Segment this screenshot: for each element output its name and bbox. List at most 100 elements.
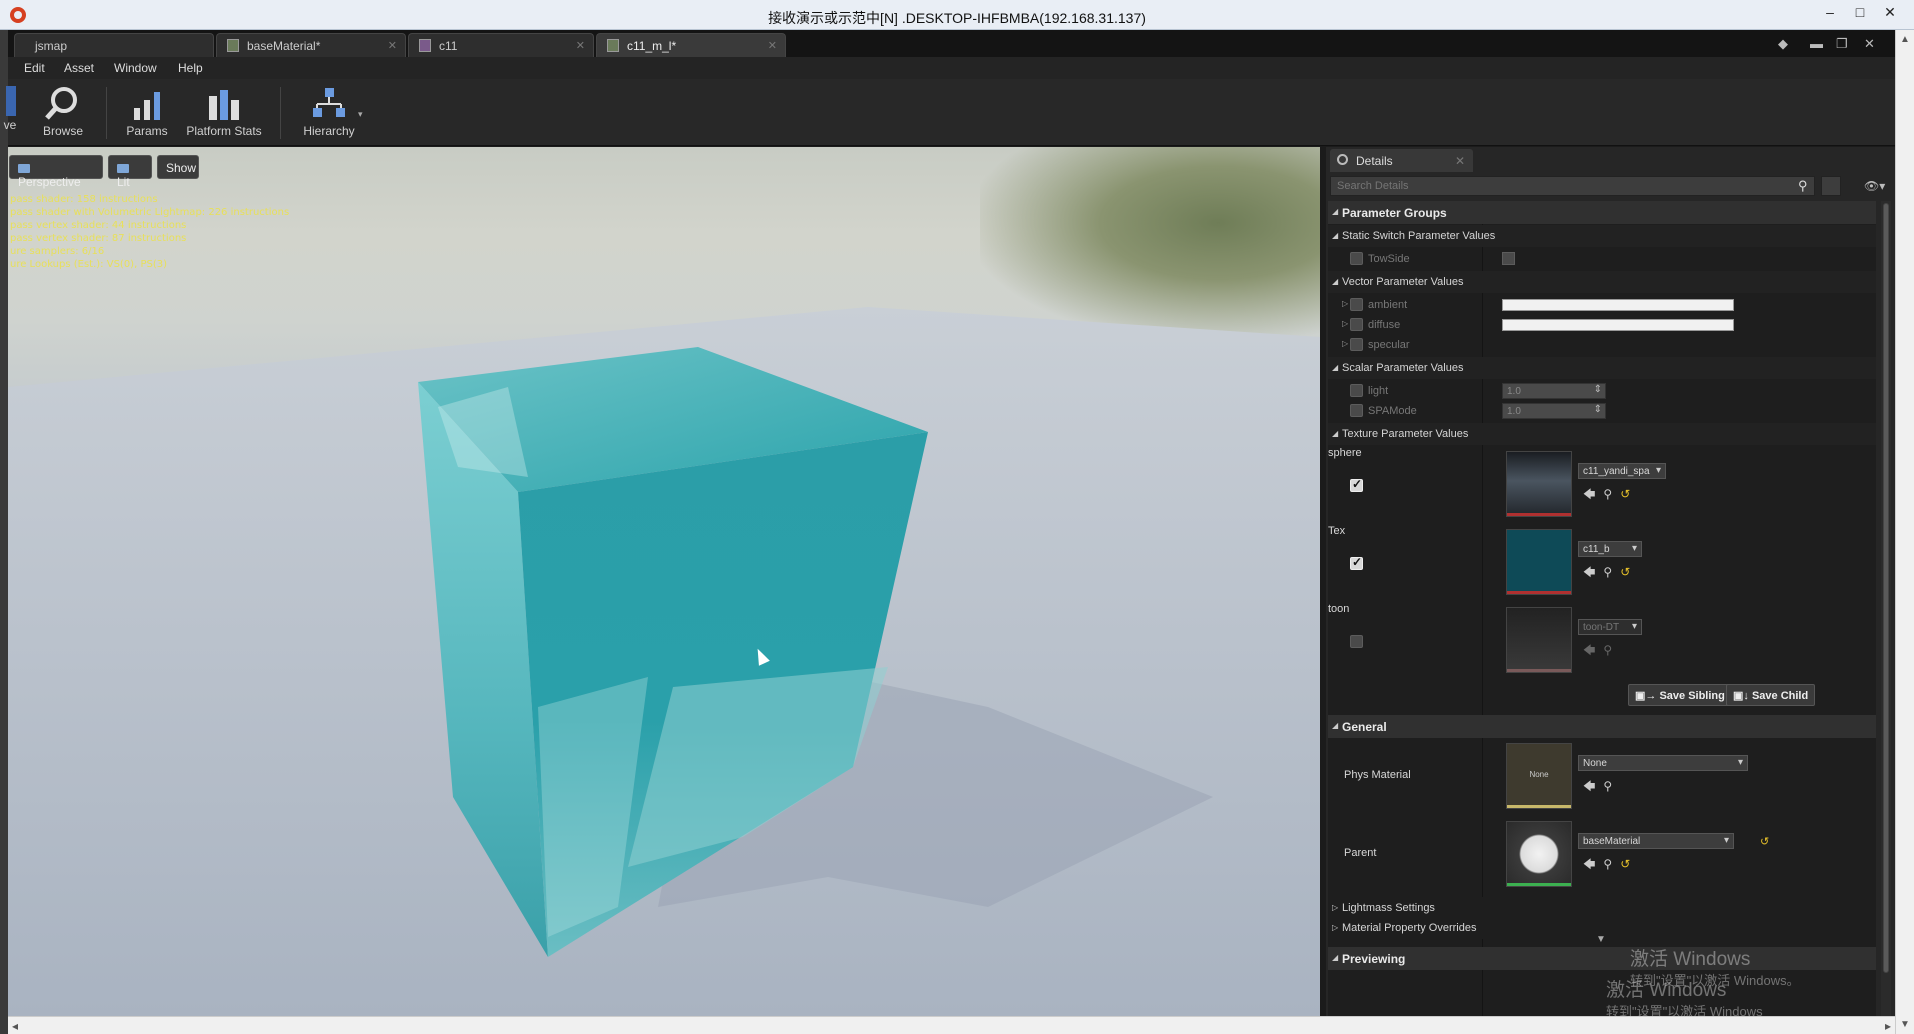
override-checkbox[interactable] bbox=[1350, 338, 1363, 351]
tab-basematerial[interactable]: baseMaterial* ✕ bbox=[216, 33, 406, 57]
override-checkbox[interactable] bbox=[1350, 635, 1363, 648]
expand-icon[interactable]: ▷ bbox=[1342, 319, 1348, 328]
tab-c11[interactable]: c11 ✕ bbox=[408, 33, 594, 57]
hierarchy-dropdown-icon[interactable]: ▾ bbox=[358, 109, 363, 120]
phys-material-thumbnail[interactable]: None bbox=[1506, 743, 1572, 809]
browse-icon[interactable]: ⚲ bbox=[1603, 643, 1620, 657]
category-previewing[interactable]: ◢ Previewing bbox=[1328, 947, 1876, 970]
sphere-asset-dropdown[interactable]: c11_yandi_spa bbox=[1578, 463, 1666, 479]
tab-jsmap[interactable]: jsmap bbox=[14, 33, 214, 57]
browse-icon[interactable]: ⚲ bbox=[1603, 779, 1620, 793]
menu-asset[interactable]: Asset bbox=[64, 61, 94, 75]
use-selected-icon[interactable]: 🡄 bbox=[1583, 643, 1603, 657]
ambient-color-swatch[interactable] bbox=[1502, 299, 1734, 311]
close-tab-icon[interactable]: ✕ bbox=[768, 39, 777, 52]
advanced-expand-icon[interactable]: ▼ bbox=[1596, 934, 1606, 945]
window-titlebar: 接收演示或示范中[N] .DESKTOP-IHFBMBA(192.168.31.… bbox=[0, 0, 1914, 30]
reset-parent-icon[interactable]: ↺ bbox=[1760, 835, 1769, 848]
override-checkbox[interactable] bbox=[1350, 384, 1363, 397]
lit-button[interactable]: Lit bbox=[108, 155, 152, 189]
parent-material-thumbnail[interactable] bbox=[1506, 821, 1572, 887]
tex-texture-thumbnail[interactable] bbox=[1506, 529, 1572, 595]
browse-icon[interactable]: ⚲ bbox=[1603, 565, 1620, 579]
light-value-field[interactable]: 1.0 bbox=[1502, 383, 1606, 399]
show-button[interactable]: Show bbox=[157, 155, 199, 179]
maximize-button[interactable]: □ bbox=[1846, 4, 1874, 24]
spamode-value-field[interactable]: 1.0 bbox=[1502, 403, 1606, 419]
platform-stats-button[interactable]: Platform Stats bbox=[184, 79, 264, 146]
scroll-down-icon[interactable]: ▼ bbox=[1900, 1019, 1910, 1030]
browse-icon[interactable]: ⚲ bbox=[1603, 487, 1620, 501]
sphere-texture-thumbnail[interactable] bbox=[1506, 451, 1572, 517]
use-selected-icon[interactable]: 🡄 bbox=[1583, 857, 1603, 871]
material-instance-icon bbox=[607, 39, 619, 52]
minimize-button[interactable]: – bbox=[1816, 4, 1844, 24]
details-scroll-thumb[interactable] bbox=[1883, 203, 1889, 973]
override-checkbox[interactable] bbox=[1350, 555, 1363, 570]
reset-icon[interactable]: ↺ bbox=[1620, 565, 1638, 579]
menu-window[interactable]: Window bbox=[114, 61, 157, 75]
preview-viewport[interactable]: Perspective Lit Show pass shader: 158 in… bbox=[8, 147, 1320, 1016]
close-button[interactable]: ✕ bbox=[1876, 4, 1904, 24]
tab-c11-m-l[interactable]: c11_m_l* ✕ bbox=[596, 33, 786, 57]
toon-asset-dropdown[interactable]: toon-DT bbox=[1578, 619, 1642, 635]
expand-icon[interactable]: ▷ bbox=[1342, 299, 1348, 308]
tex-asset-dropdown[interactable]: c11_b bbox=[1578, 541, 1642, 557]
window-vertical-scrollbar[interactable]: ▲ ▼ bbox=[1895, 30, 1914, 1034]
params-button[interactable]: Params bbox=[122, 79, 172, 146]
save-sibling-button[interactable]: ▣→ Save Sibling bbox=[1628, 684, 1732, 706]
group-static-switch[interactable]: ◢ Static Switch Parameter Values bbox=[1328, 225, 1876, 247]
toon-texture-thumbnail[interactable] bbox=[1506, 607, 1572, 673]
close-tab-icon[interactable]: ✕ bbox=[1455, 154, 1465, 168]
editor-close-icon[interactable]: ✕ bbox=[1864, 36, 1875, 52]
diffuse-color-swatch[interactable] bbox=[1502, 319, 1734, 331]
category-general[interactable]: ◢ General bbox=[1328, 715, 1876, 738]
use-selected-icon[interactable]: 🡄 bbox=[1583, 565, 1603, 579]
override-checkbox[interactable] bbox=[1350, 252, 1363, 265]
override-checkbox[interactable] bbox=[1350, 318, 1363, 331]
perspective-button[interactable]: Perspective bbox=[9, 155, 103, 189]
group-lightmass-settings[interactable]: ▷ Lightmass Settings bbox=[1328, 897, 1876, 919]
phys-material-dropdown[interactable]: None bbox=[1578, 755, 1748, 771]
scroll-right-icon[interactable]: ▸ bbox=[1885, 1019, 1891, 1033]
material-editor: jsmap baseMaterial* ✕ c11 ✕ c11_m_l* ✕ ◆… bbox=[4, 30, 1895, 1016]
group-texture[interactable]: ◢ Texture Parameter Values bbox=[1328, 423, 1876, 445]
details-scrollbar[interactable] bbox=[1881, 201, 1891, 1016]
source-control-icon[interactable]: ◆ bbox=[1778, 36, 1788, 52]
scroll-left-icon[interactable]: ◂ bbox=[12, 1019, 18, 1033]
hierarchy-button[interactable]: Hierarchy bbox=[294, 79, 364, 146]
reset-icon[interactable]: ↺ bbox=[1620, 857, 1638, 871]
search-details-input[interactable] bbox=[1330, 176, 1815, 196]
use-selected-icon[interactable]: 🡄 bbox=[1583, 487, 1603, 501]
editor-minimize-icon[interactable]: ▬ bbox=[1810, 36, 1823, 51]
group-vector[interactable]: ◢ Vector Parameter Values bbox=[1328, 271, 1876, 293]
parent-material-dropdown[interactable]: baseMaterial bbox=[1578, 833, 1734, 849]
reset-icon[interactable]: ↺ bbox=[1620, 487, 1638, 501]
scroll-up-icon[interactable]: ▲ bbox=[1900, 34, 1910, 45]
category-parameter-groups[interactable]: ◢ Parameter Groups bbox=[1328, 201, 1876, 224]
save-child-button[interactable]: ▣↓ Save Child bbox=[1726, 684, 1816, 706]
editor-restore-icon[interactable]: ❐ bbox=[1836, 36, 1848, 52]
browse-button[interactable]: Browse bbox=[34, 79, 92, 146]
view-options-icon[interactable]: 👁▾ bbox=[1864, 179, 1885, 193]
close-tab-icon[interactable]: ✕ bbox=[388, 39, 397, 52]
expand-icon: ▷ bbox=[1332, 923, 1339, 932]
override-checkbox[interactable] bbox=[1350, 477, 1363, 492]
group-scalar[interactable]: ◢ Scalar Parameter Values bbox=[1328, 357, 1876, 379]
use-selected-icon[interactable]: 🡄 bbox=[1583, 779, 1603, 793]
expand-icon[interactable]: ▷ bbox=[1342, 339, 1348, 348]
towside-value-checkbox[interactable] bbox=[1502, 252, 1515, 265]
menu-edit[interactable]: Edit bbox=[24, 61, 45, 75]
save-tool-button[interactable]: ve bbox=[0, 79, 20, 146]
override-checkbox[interactable] bbox=[1350, 404, 1363, 417]
browse-icon[interactable]: ⚲ bbox=[1603, 857, 1620, 871]
details-tab[interactable]: Details ✕ bbox=[1330, 149, 1473, 172]
override-checkbox[interactable] bbox=[1350, 298, 1363, 311]
toolbar-separator bbox=[106, 87, 107, 139]
search-icon[interactable]: ⚲ bbox=[1798, 178, 1808, 194]
param-tex: Tex c11_b 🡄⚲↺ bbox=[1328, 525, 1876, 603]
property-matrix-icon[interactable] bbox=[1821, 176, 1841, 196]
collapse-icon: ◢ bbox=[1332, 363, 1339, 372]
menu-help[interactable]: Help bbox=[178, 61, 203, 75]
close-tab-icon[interactable]: ✕ bbox=[576, 39, 585, 52]
